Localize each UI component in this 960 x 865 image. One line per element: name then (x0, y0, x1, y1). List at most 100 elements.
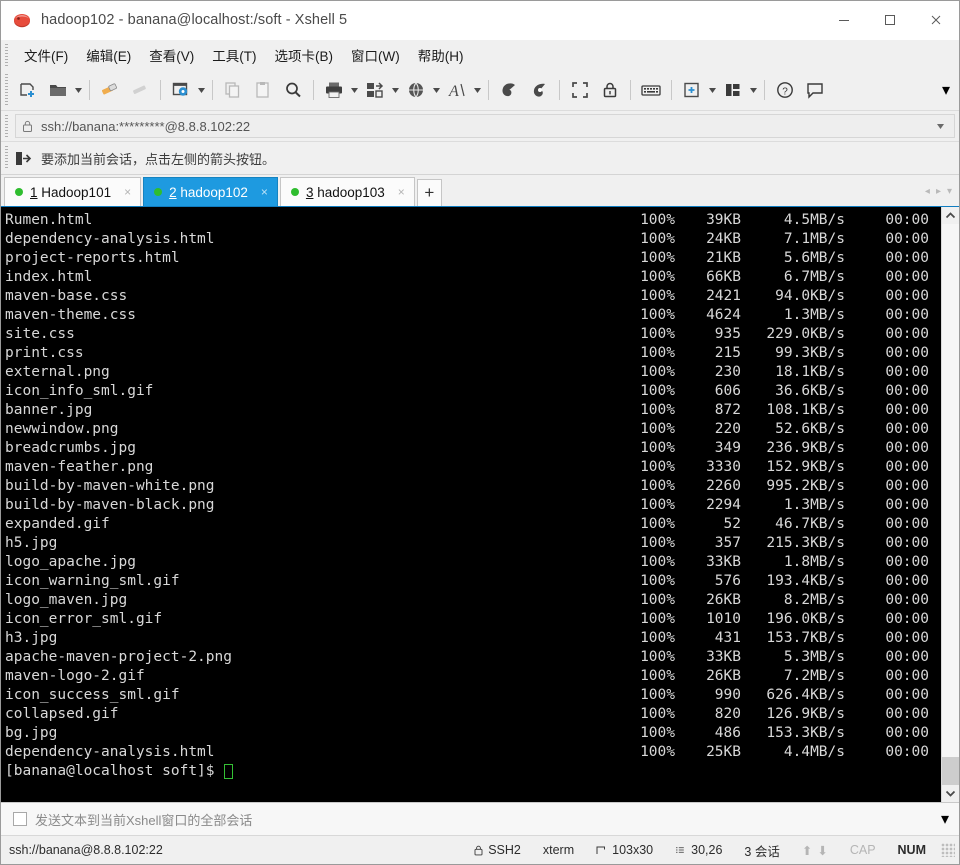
transfer-file-icon[interactable] (95, 76, 125, 104)
transfer-filename: dependency-analysis.html (5, 231, 215, 247)
transfer-time: 00:00 (885, 554, 929, 570)
transfer-size: 220 (714, 421, 741, 437)
print-icon[interactable] (319, 76, 349, 104)
terminal-transfer-row: site.css 100% 935 229.0KB/s 00:00 (5, 325, 941, 344)
scroll-up-icon[interactable] (942, 207, 959, 224)
transfer-time: 00:00 (885, 478, 929, 494)
font-dropdown-caret[interactable] (472, 87, 483, 93)
tab-close-icon[interactable]: × (258, 186, 271, 198)
terminal-scrollbar[interactable] (941, 207, 959, 802)
terminal-transfer-row: index.html 100% 66KB 6.7MB/s 00:00 (5, 268, 941, 287)
terminal-prompt: [banana@localhost soft]$ (5, 763, 215, 779)
properties-gear-icon[interactable] (166, 76, 196, 104)
transfer-time: 00:00 (885, 516, 929, 532)
globe-icon[interactable] (401, 76, 431, 104)
font-icon[interactable]: A (442, 76, 472, 104)
new-tab-icon[interactable] (677, 76, 707, 104)
globe-dropdown-caret[interactable] (431, 87, 442, 93)
resize-icon (596, 845, 607, 856)
session-grip[interactable] (5, 146, 8, 170)
menu-view[interactable]: 查看(V) (140, 42, 203, 68)
new-tab-button[interactable]: + (416, 179, 442, 206)
properties-dropdown-caret[interactable] (196, 87, 207, 93)
send-to-all-label: 发送文本到当前Xshell窗口的全部会话 (35, 812, 253, 828)
open-folder-dropdown-caret[interactable] (73, 87, 84, 93)
tab-scroll-left-icon[interactable]: ◂ (922, 186, 933, 197)
transfer-time: 00:00 (885, 611, 929, 627)
resize-grip[interactable] (941, 843, 955, 857)
tab-scroll-right-icon[interactable]: ▸ (933, 186, 944, 197)
menu-help[interactable]: 帮助(H) (409, 42, 473, 68)
menu-tools[interactable]: 工具(T) (203, 42, 265, 68)
transfer-filename: apache-maven-project-2.png (5, 649, 232, 665)
toolbar-grip[interactable] (5, 74, 8, 106)
terminal-output[interactable]: Rumen.html 100% 39KB 4.5MB/s 00:00 dependency… (1, 207, 941, 802)
transfer-filename: site.css (5, 326, 75, 342)
transfer-percent: 100% (640, 440, 675, 456)
menu-edit[interactable]: 编辑(E) (77, 42, 140, 68)
transfer-time: 00:00 (885, 459, 929, 475)
copy-icon (218, 76, 248, 104)
transfer-percent: 100% (640, 421, 675, 437)
tab-hadoop101[interactable]: 1 Hadoop101 × (4, 177, 142, 206)
tab-hadoop103[interactable]: 3 hadoop103 × (279, 177, 415, 206)
scrollbar-track[interactable] (942, 224, 959, 785)
lock-small-icon (474, 845, 483, 856)
xagent-icon[interactable] (524, 76, 554, 104)
menu-grip[interactable] (5, 44, 8, 66)
transfer-rate: 1.3MB/s (783, 307, 845, 323)
tab-close-icon[interactable]: × (395, 186, 408, 198)
file-transfer-dropdown-caret[interactable] (390, 87, 401, 93)
terminal-transfer-row: Rumen.html 100% 39KB 4.5MB/s 00:00 (5, 211, 941, 230)
address-input[interactable]: ssh://banana:*********@8.8.8.102:22 (15, 114, 955, 138)
menu-file[interactable]: 文件(F) (15, 42, 77, 68)
terminal-transfer-row: logo_apache.jpg 100% 33KB 1.8MB/s 00:00 (5, 553, 941, 572)
scrollbar-thumb[interactable] (942, 757, 959, 785)
send-to-all-caret[interactable]: ▾ (941, 809, 959, 829)
maximize-button[interactable] (867, 1, 913, 39)
menu-window[interactable]: 窗口(W) (342, 42, 409, 68)
menu-tabs[interactable]: 选项卡(B) (266, 42, 343, 68)
find-icon[interactable] (278, 76, 308, 104)
transfer-time: 00:00 (885, 307, 929, 323)
file-transfer-icon[interactable] (360, 76, 390, 104)
lock-session-icon[interactable] (595, 76, 625, 104)
print-dropdown-caret[interactable] (349, 87, 360, 93)
transfer-time: 00:00 (885, 288, 929, 304)
transfer-filename: print.css (5, 345, 84, 361)
fullscreen-icon[interactable] (565, 76, 595, 104)
transfer-time: 00:00 (885, 573, 929, 589)
transfer-rate: 4.5MB/s (783, 212, 845, 228)
transfer-filename: logo_apache.jpg (5, 554, 136, 570)
keyboard-icon[interactable] (636, 76, 666, 104)
new-session-icon[interactable] (13, 76, 43, 104)
address-grip[interactable] (5, 115, 8, 137)
status-bar: ssh://banana@8.8.8.102:22 SSH2 xterm 103… (1, 835, 959, 864)
tab-close-icon[interactable]: × (121, 186, 134, 198)
xftp-icon[interactable] (494, 76, 524, 104)
scroll-down-icon[interactable] (942, 785, 959, 802)
tab-label: 3 hadoop103 (306, 185, 385, 200)
tab-list-menu-icon[interactable]: ▾ (944, 186, 955, 197)
toolbar-overflow-caret[interactable]: ▾ (939, 70, 953, 110)
terminal-transfer-row: expanded.gif 100% 52 46.7KB/s 00:00 (5, 515, 941, 534)
help-icon[interactable]: ? (770, 76, 800, 104)
terminal-transfer-row: project-reports.html 100% 21KB 5.6MB/s 00:00 (5, 249, 941, 268)
feedback-icon[interactable] (800, 76, 830, 104)
address-dropdown-caret[interactable] (933, 123, 948, 129)
tab-hadoop102[interactable]: 2 hadoop102 × (143, 177, 278, 206)
transfer-filename: icon_warning_sml.gif (5, 573, 180, 589)
open-folder-icon[interactable] (43, 76, 73, 104)
status-size: 103x30 (612, 843, 654, 857)
layout-panes-icon[interactable] (718, 76, 748, 104)
transfer-percent: 100% (640, 725, 675, 741)
window-controls (821, 1, 959, 39)
send-to-all-checkbox[interactable] (13, 812, 27, 826)
minimize-button[interactable] (821, 1, 867, 39)
new-tab-dropdown-caret[interactable] (707, 87, 718, 93)
close-button[interactable] (913, 1, 959, 39)
add-session-icon[interactable] (15, 151, 32, 166)
transfer-rate: 193.4KB/s (766, 573, 845, 589)
transfer-rate: 626.4KB/s (766, 687, 845, 703)
layout-dropdown-caret[interactable] (748, 87, 759, 93)
